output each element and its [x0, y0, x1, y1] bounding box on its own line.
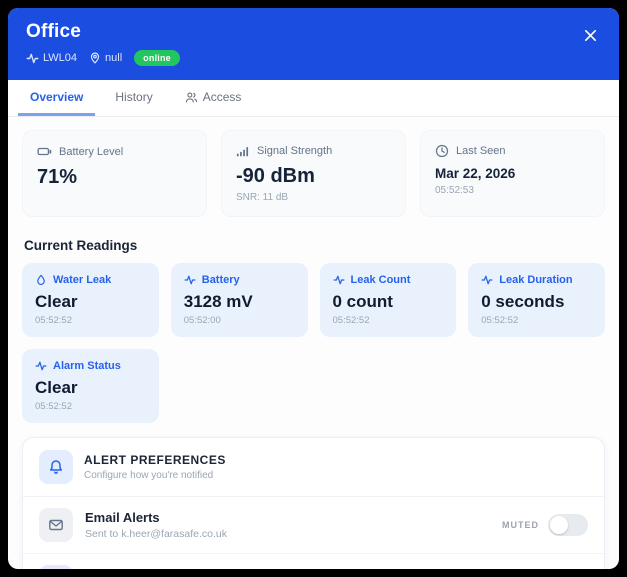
activity-icon [26, 52, 39, 65]
stat-label: Last Seen [456, 145, 506, 157]
users-icon [185, 91, 198, 104]
section-title-current-readings: Current Readings [24, 238, 138, 253]
reading-time: 05:52:52 [332, 315, 370, 326]
reading-label: Alarm Status [53, 360, 121, 372]
mail-icon [39, 508, 73, 542]
email-alerts-toggle[interactable] [548, 514, 588, 536]
droplet-icon [35, 274, 47, 286]
stat-label: Battery Level [59, 145, 124, 158]
reading-time: 05:52:52 [35, 401, 72, 412]
activity-icon [481, 274, 493, 286]
close-icon[interactable] [579, 24, 601, 46]
alert-preferences-subtitle: Configure how you're notified [84, 470, 214, 481]
tab-overview[interactable]: Overview [18, 80, 96, 116]
map-pin-icon [89, 52, 101, 64]
email-alerts-title: Email Alerts [85, 510, 160, 525]
signal-icon [236, 144, 250, 158]
reading-value: 0 seconds [481, 292, 565, 311]
stat-value: Mar 22, 2026 [435, 166, 516, 181]
alert-preferences-card: ALERT PREFERENCES Configure how you're n… [22, 437, 605, 569]
reading-label: Leak Count [350, 274, 411, 286]
reading-value: 3128 mV [183, 292, 253, 311]
alert-preferences-title: ALERT PREFERENCES [84, 453, 226, 467]
stat-sub: 05:52:53 [435, 185, 474, 196]
stat-value: 71% [37, 166, 78, 188]
email-alerts-state-label: MUTED [502, 520, 539, 530]
activity-icon [184, 274, 196, 286]
stat-sub: SNR: 11 dB [236, 192, 289, 203]
alert-preferences-header: ALERT PREFERENCES Configure how you're n… [23, 438, 604, 497]
overview-panel: Battery Level 71% Signal Strength -90 dB… [8, 117, 619, 569]
tab-bar: Overview History Access [8, 80, 619, 117]
push-notifications-title: Push Notifications [85, 567, 488, 569]
reading-value: 0 count [332, 292, 393, 311]
reading-value: Clear [35, 378, 78, 397]
reading-time: 05:52:52 [481, 315, 519, 326]
tab-history[interactable]: History [103, 80, 164, 116]
stat-value: -90 dBm [236, 165, 315, 187]
reading-label: Water Leak [53, 274, 112, 286]
reading-card-water-leak: Water Leak Clear 05:52:52 [22, 263, 159, 337]
stats-row: Battery Level 71% Signal Strength -90 dB… [22, 130, 605, 217]
tab-access[interactable]: Access [173, 80, 254, 116]
reading-card-leak-count: Leak Count 0 count 05:52:52 [319, 263, 457, 337]
signal-strength-card: Signal Strength -90 dBm SNR: 11 dB [221, 130, 406, 217]
reading-value: Clear [35, 292, 78, 311]
device-detail-modal: Office LWL04 null online Overview Histor… [8, 8, 619, 569]
device-meta: LWL04 null online [26, 50, 601, 66]
page-title: Office [26, 21, 82, 42]
device-location: null [89, 52, 122, 64]
reading-time: 05:52:52 [35, 315, 72, 326]
readings-grid: Water Leak Clear 05:52:52 Battery 3128 m… [22, 263, 605, 423]
battery-icon [37, 144, 52, 159]
reading-card-leak-duration: Leak Duration 0 seconds 05:52:52 [468, 263, 605, 337]
activity-icon [35, 360, 47, 372]
push-notifications-row: Push Notifications Real-time alerts on d… [23, 553, 604, 569]
device-id: LWL04 [26, 52, 77, 65]
modal-header: Office LWL04 null online [8, 8, 619, 80]
reading-time: 05:52:00 [183, 315, 221, 326]
bell-icon [39, 565, 73, 569]
clock-icon [435, 144, 449, 158]
battery-level-card: Battery Level 71% [22, 130, 207, 217]
email-alerts-row: Email Alerts Sent to k.heer@farasafe.co.… [23, 497, 604, 553]
reading-label: Battery [201, 274, 240, 286]
email-alerts-subtitle: Sent to k.heer@farasafe.co.uk [85, 528, 227, 540]
reading-card-battery: Battery 3128 mV 05:52:00 [170, 263, 308, 337]
activity-icon [332, 274, 345, 286]
last-seen-card: Last Seen Mar 22, 2026 05:52:53 [420, 130, 605, 217]
status-badge: online [134, 50, 180, 66]
bell-icon [39, 450, 73, 484]
stat-label: Signal Strength [257, 145, 333, 157]
reading-card-alarm-status: Alarm Status Clear 05:52:52 [22, 349, 159, 423]
reading-label: Leak Duration [499, 274, 573, 286]
